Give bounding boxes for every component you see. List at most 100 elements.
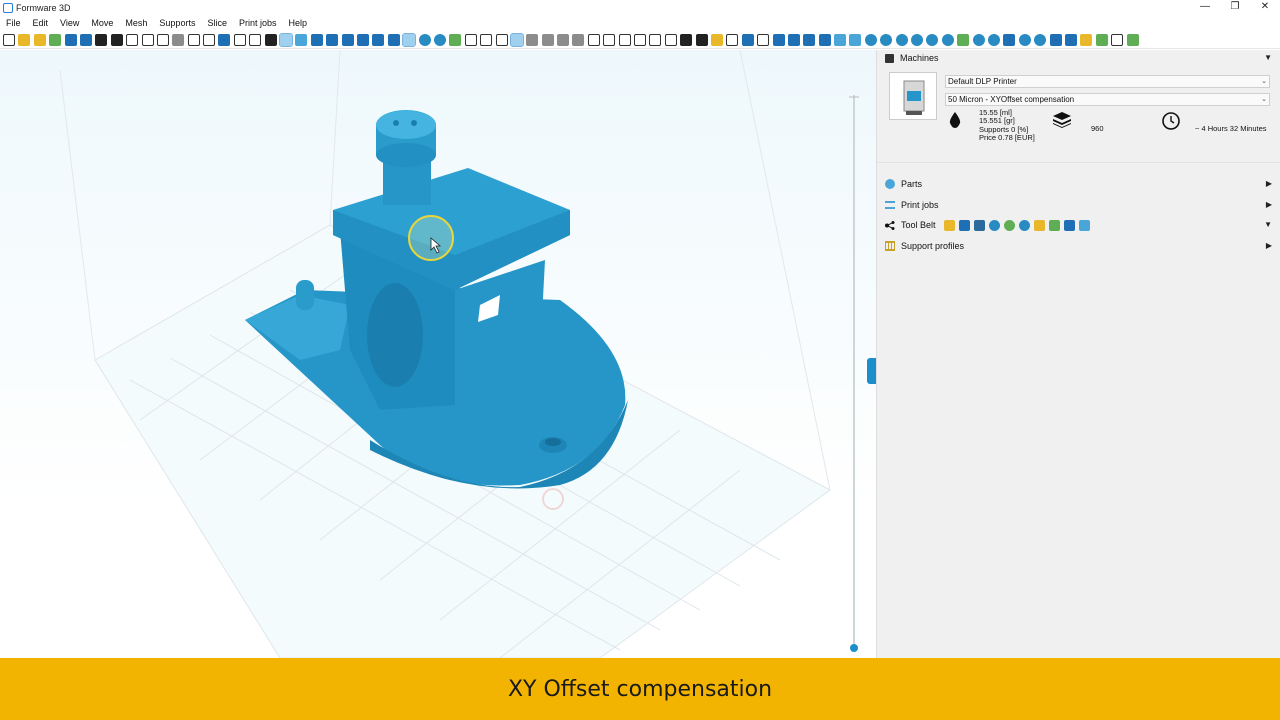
view-front-icon[interactable] xyxy=(295,33,308,46)
parts-header[interactable]: Parts xyxy=(885,177,922,191)
new-file-icon[interactable] xyxy=(3,33,15,46)
chevron-right-icon[interactable]: ▶ xyxy=(1266,241,1272,250)
tiles-icon[interactable] xyxy=(818,33,831,46)
tool-measure-icon[interactable] xyxy=(973,219,985,231)
3d-viewport[interactable] xyxy=(0,50,876,658)
support-icon[interactable] xyxy=(834,33,847,46)
transform-icon[interactable] xyxy=(757,33,770,46)
slice-preview-icon[interactable] xyxy=(1095,33,1108,46)
crop-icon[interactable] xyxy=(664,33,677,46)
menu-file[interactable]: File xyxy=(6,18,21,28)
minimize-button[interactable]: — xyxy=(1190,0,1220,14)
menu-supports[interactable]: Supports xyxy=(159,18,195,28)
camera-icon[interactable] xyxy=(509,32,524,47)
cut-icon[interactable] xyxy=(541,33,554,46)
tool-preview-icon[interactable] xyxy=(1048,219,1060,231)
slice-list-icon[interactable] xyxy=(1111,33,1124,46)
chevron-right-icon[interactable]: ▶ xyxy=(1266,179,1272,188)
open-folder-icon[interactable] xyxy=(18,33,31,46)
export-job-icon[interactable] xyxy=(1126,33,1139,46)
tray-icon[interactable] xyxy=(1064,33,1077,46)
import-model-icon[interactable] xyxy=(49,33,62,46)
table-icon[interactable] xyxy=(787,33,800,46)
profile-select[interactable]: 50 Micron - XYOffset compensation ⌄ xyxy=(945,93,1270,106)
render-solid-icon[interactable] xyxy=(402,32,417,47)
machines-header[interactable]: Machines xyxy=(885,51,939,65)
info-icon[interactable] xyxy=(233,33,246,46)
menu-move[interactable]: Move xyxy=(91,18,113,28)
text-icon[interactable] xyxy=(772,33,785,46)
chevron-right-icon[interactable]: ▶ xyxy=(1266,200,1272,209)
tool-sphere-icon[interactable] xyxy=(1003,219,1015,231)
arrange-right-icon[interactable] xyxy=(634,33,647,46)
rotate-icon[interactable] xyxy=(726,33,739,46)
circle-icon[interactable] xyxy=(526,33,539,46)
view-top-icon[interactable] xyxy=(356,33,369,46)
view-left-icon[interactable] xyxy=(326,33,339,46)
zoom-icon[interactable] xyxy=(249,33,262,46)
tool-belt-header[interactable]: Tool Belt xyxy=(885,218,1094,232)
hollow-icon[interactable] xyxy=(695,33,708,46)
view-perspective-icon[interactable] xyxy=(279,32,294,47)
menu-mesh[interactable]: Mesh xyxy=(125,18,147,28)
island-icon[interactable] xyxy=(972,33,985,46)
redo-icon[interactable] xyxy=(172,33,185,46)
menu-edit[interactable]: Edit xyxy=(33,18,49,28)
slice-icon[interactable] xyxy=(1080,33,1093,46)
print-icon[interactable] xyxy=(95,33,108,46)
support-check-icon[interactable] xyxy=(957,33,970,46)
grid-sphere-icon[interactable] xyxy=(433,33,446,46)
filter-icon[interactable] xyxy=(480,33,493,46)
select-icon[interactable] xyxy=(464,33,477,46)
pause-icon[interactable] xyxy=(1003,33,1016,46)
delete-icon[interactable] xyxy=(203,33,216,46)
copy-icon[interactable] xyxy=(187,33,200,46)
printer-select[interactable]: Default DLP Printer ⌄ xyxy=(945,75,1270,88)
support-delete-icon[interactable] xyxy=(926,33,939,46)
save-as-icon[interactable] xyxy=(79,33,92,46)
mask-icon[interactable] xyxy=(1049,33,1062,46)
measure-icon[interactable] xyxy=(680,33,693,46)
edit-icon[interactable] xyxy=(126,33,139,46)
move-icon[interactable] xyxy=(741,33,754,46)
view-back-icon[interactable] xyxy=(310,33,323,46)
layers-icon[interactable] xyxy=(218,33,231,46)
pencil-icon[interactable] xyxy=(264,33,277,46)
arrange-left-icon[interactable] xyxy=(618,33,631,46)
menu-view[interactable]: View xyxy=(60,18,79,28)
settings-icon[interactable] xyxy=(110,33,123,46)
restore-button[interactable]: ❐ xyxy=(1220,0,1250,14)
link-icon[interactable] xyxy=(849,33,862,46)
scale-icon[interactable] xyxy=(649,33,662,46)
orient-icon[interactable] xyxy=(988,33,1000,46)
support-tree-icon[interactable] xyxy=(880,33,893,46)
support-density-icon[interactable] xyxy=(941,33,954,46)
panel-collapse-handle[interactable] xyxy=(867,358,876,384)
chevron-down-icon[interactable]: ▼ xyxy=(1264,220,1272,229)
add-tool-icon[interactable] xyxy=(943,219,955,231)
save-icon[interactable] xyxy=(64,33,77,46)
align-icon[interactable] xyxy=(587,33,600,46)
support-edit-icon[interactable] xyxy=(911,33,924,46)
tool-orient-icon[interactable] xyxy=(1018,219,1030,231)
tool-support-icon[interactable] xyxy=(988,219,1000,231)
support-cone-icon[interactable] xyxy=(864,33,877,46)
tool-grid-icon[interactable] xyxy=(1063,219,1075,231)
arrange-icon[interactable] xyxy=(603,33,616,46)
globe-icon[interactable] xyxy=(418,33,431,46)
menu-print-jobs[interactable]: Print jobs xyxy=(239,18,277,28)
print-jobs-header[interactable]: Print jobs xyxy=(885,198,939,212)
mirror-icon[interactable] xyxy=(557,33,570,46)
menu-help[interactable]: Help xyxy=(289,18,308,28)
view-iso-icon[interactable] xyxy=(387,33,400,46)
funnel-icon[interactable] xyxy=(572,33,585,46)
view-right-icon[interactable] xyxy=(341,33,354,46)
chevron-down-icon[interactable]: ▼ xyxy=(1264,53,1272,62)
hammer-icon[interactable] xyxy=(710,33,723,46)
bug-icon[interactable] xyxy=(1018,33,1031,46)
menu-slice[interactable]: Slice xyxy=(207,18,227,28)
tool-slice-icon[interactable] xyxy=(1033,219,1045,231)
tool-list-icon[interactable] xyxy=(1078,219,1090,231)
undo-icon[interactable] xyxy=(156,33,169,46)
import-icon[interactable] xyxy=(33,33,46,46)
